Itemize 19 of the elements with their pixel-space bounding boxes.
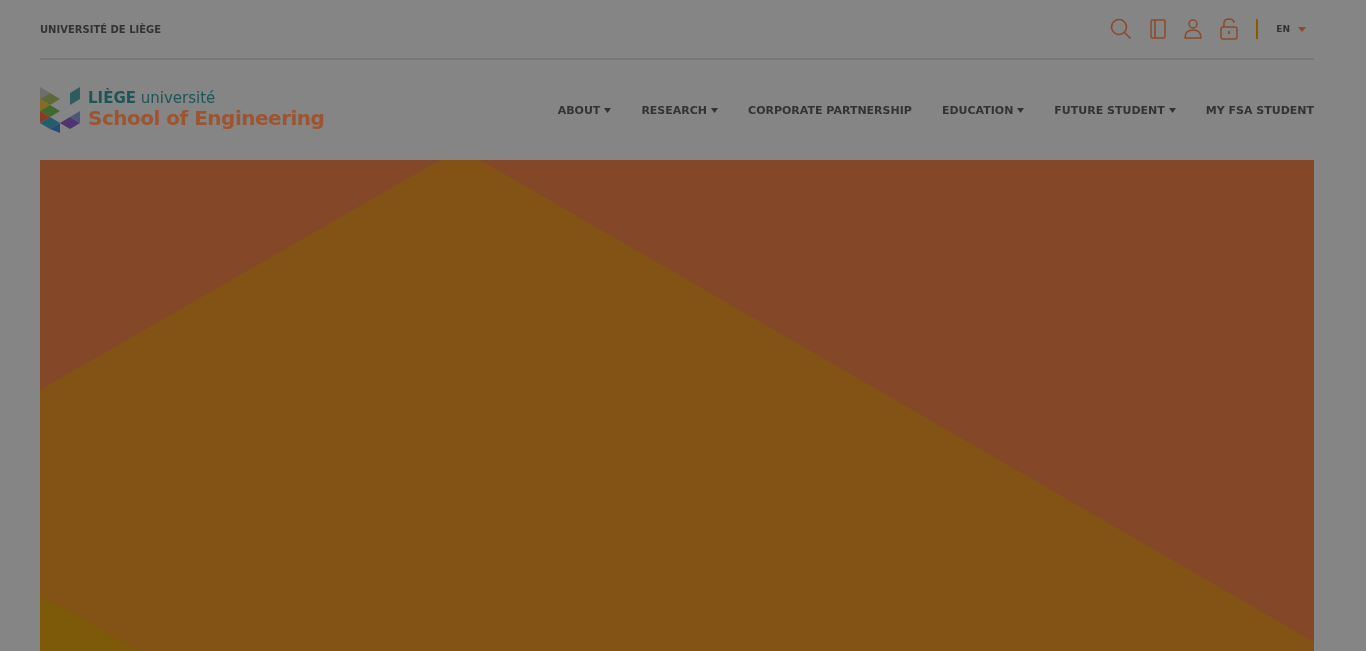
search-icon[interactable]	[1110, 18, 1133, 40]
caret-icon	[1168, 107, 1176, 113]
nav-link[interactable]: EDUCATION	[941, 103, 1025, 117]
language-selector[interactable]: EN	[1276, 24, 1306, 34]
caret-icon	[1017, 107, 1025, 113]
caret-icon	[604, 107, 612, 113]
caret-icon	[1298, 26, 1306, 32]
brand-name[interactable]: LIÈGE université	[88, 90, 325, 106]
institution-name[interactable]: UNIVERSITÉ DE LIÈGE	[40, 23, 162, 35]
notebook-icon[interactable]	[1150, 19, 1167, 39]
padlock-icon[interactable]	[1220, 18, 1239, 40]
nav-link[interactable]: ABOUT	[557, 103, 612, 117]
caret-icon	[711, 107, 719, 113]
user-icon[interactable]	[1184, 19, 1203, 39]
nav-link[interactable]: MY FSA STUDENT	[1205, 103, 1314, 117]
cube-logo-icon[interactable]	[40, 87, 80, 133]
nav-link[interactable]: FUTURE STUDENT	[1054, 103, 1176, 117]
nav-link[interactable]: RESEARCH	[641, 103, 719, 117]
nav-link[interactable]: CORPORATE PARTNERSHIP	[748, 103, 912, 117]
